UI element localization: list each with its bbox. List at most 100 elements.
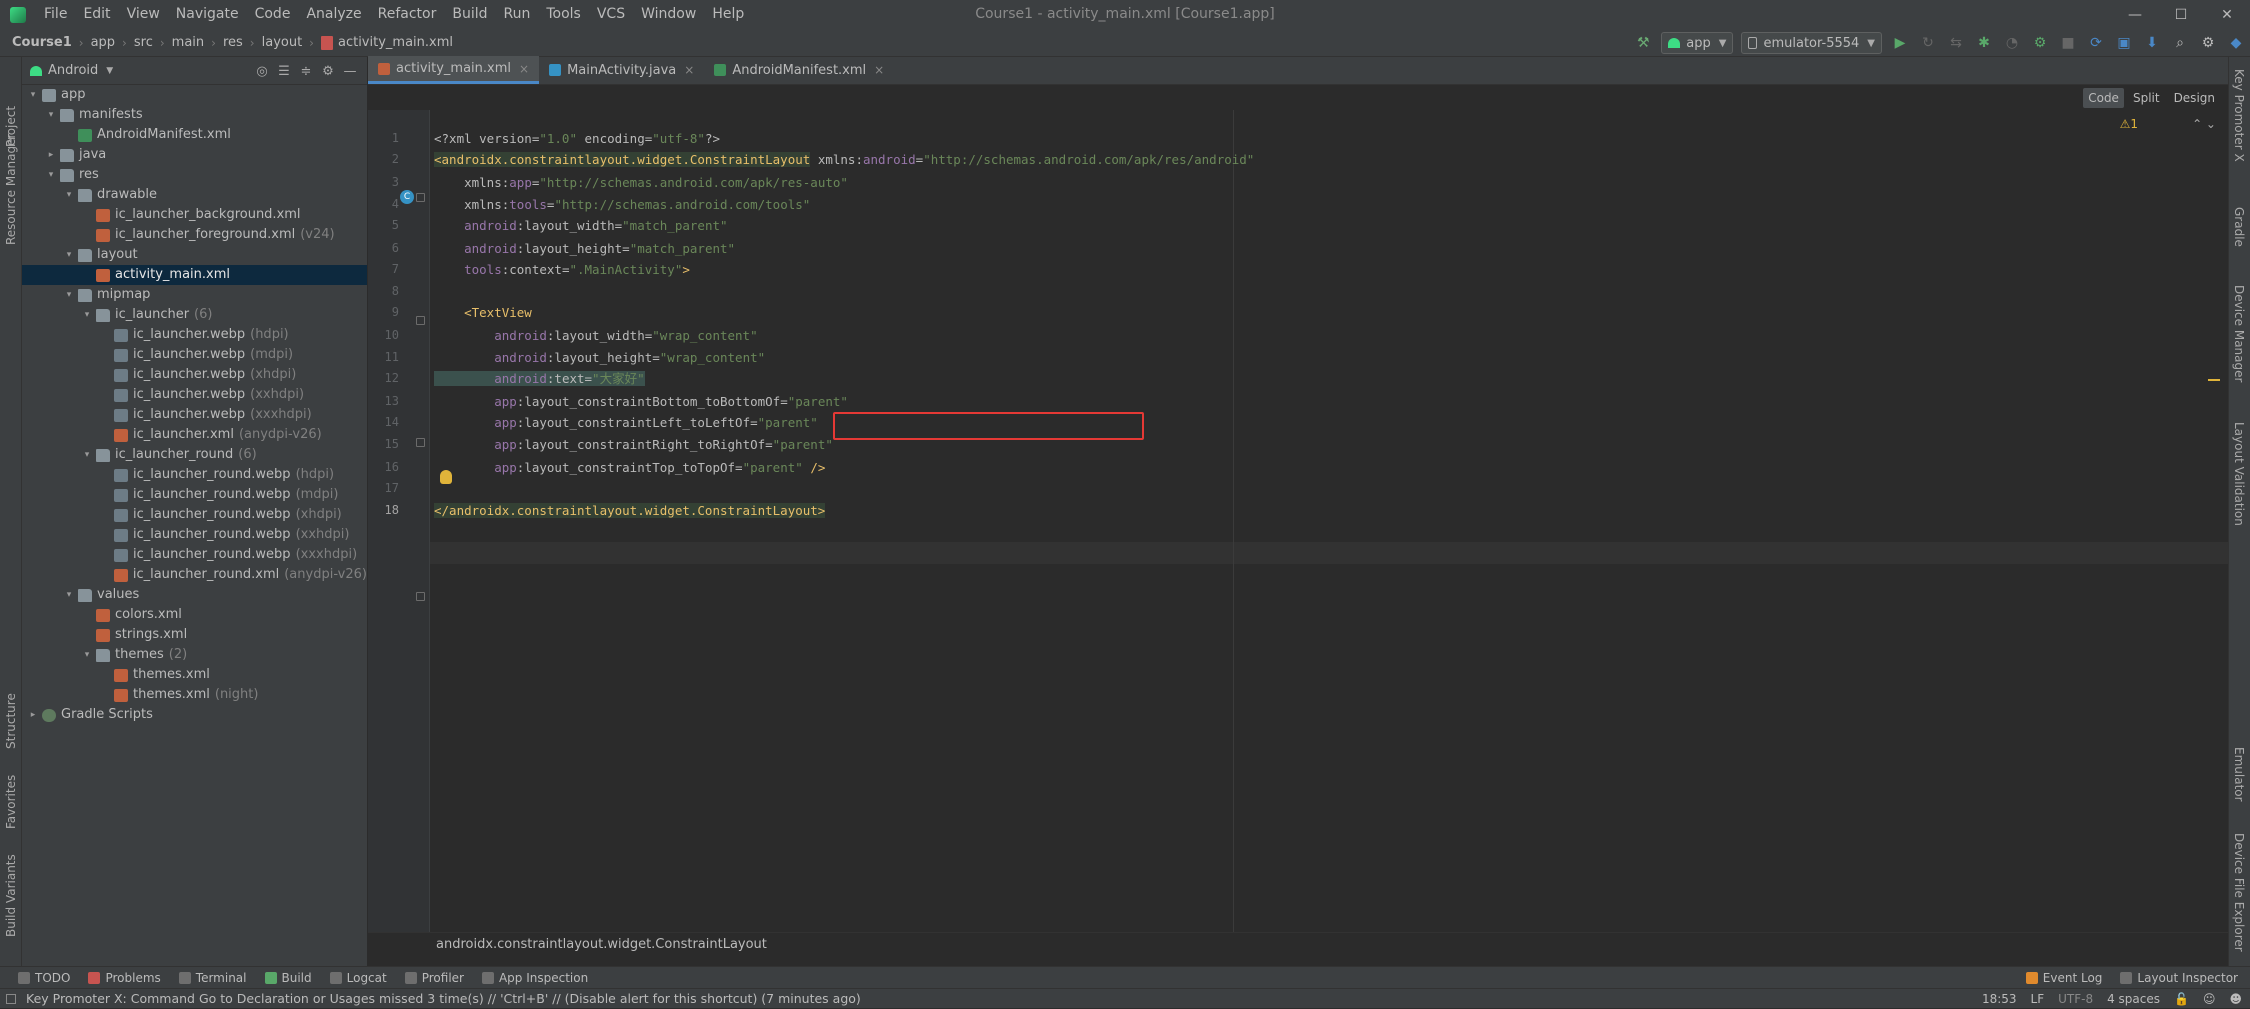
breadcrumb-item[interactable]: src <box>134 35 153 50</box>
tree-item[interactable]: ▾ layout <box>22 245 367 265</box>
menu-build[interactable]: Build <box>444 0 495 29</box>
fold-icon[interactable] <box>416 193 425 202</box>
tool-button-problems[interactable]: Problems <box>88 971 161 985</box>
warning-indicator[interactable]: ⚠1 <box>2120 117 2138 131</box>
breadcrumb-item[interactable]: app <box>91 35 115 50</box>
tree-item[interactable]: colors.xml <box>22 605 367 625</box>
expand-arrow-icon[interactable]: ▾ <box>44 105 58 125</box>
file-encoding[interactable]: UTF-8 <box>2058 992 2093 1006</box>
expand-arrow-icon[interactable]: ▾ <box>80 445 94 465</box>
tree-item[interactable]: ic_launcher.xml (anydpi-v26) <box>22 425 367 445</box>
tree-item[interactable]: ▾ ic_launcher_round (6) <box>22 445 367 465</box>
menu-window[interactable]: Window <box>633 0 704 29</box>
code-line[interactable]: <androidx.constraintlayout.widget.Constr… <box>434 149 1254 171</box>
expand-arrow-icon[interactable]: ▾ <box>62 585 76 605</box>
design-mode-button[interactable]: Design <box>2169 88 2220 108</box>
tree-item[interactable]: ic_launcher_round.webp (xxxhdpi) <box>22 545 367 565</box>
tree-item[interactable]: ic_launcher_round.webp (mdpi) <box>22 485 367 505</box>
hide-panel-icon[interactable]: — <box>339 64 361 79</box>
menu-analyze[interactable]: Analyze <box>298 0 369 29</box>
lightbulb-icon[interactable] <box>440 470 452 484</box>
tree-item[interactable]: ic_launcher.webp (xhdpi) <box>22 365 367 385</box>
tree-item[interactable]: AndroidManifest.xml <box>22 125 367 145</box>
profile-icon[interactable]: ◔ <box>2000 31 2024 55</box>
editor-tab[interactable]: AndroidManifest.xml × <box>704 56 894 84</box>
expand-arrow-icon[interactable]: ▾ <box>62 185 76 205</box>
editor-tab[interactable]: MainActivity.java × <box>539 56 704 84</box>
error-stripe-mark[interactable] <box>2208 379 2220 381</box>
code-mode-button[interactable]: Code <box>2083 88 2124 108</box>
search-icon[interactable]: ⌕ <box>2168 31 2192 55</box>
ide-update-icon[interactable]: ◆ <box>2224 31 2248 55</box>
fold-icon[interactable] <box>416 316 425 325</box>
layout-validation-tool-button[interactable]: Layout Validation <box>2232 422 2246 526</box>
menu-file[interactable]: File <box>36 0 75 29</box>
device-file-explorer-tool-button[interactable]: Device File Explorer <box>2232 833 2246 952</box>
tool-button-app-inspection[interactable]: App Inspection <box>481 971 588 985</box>
hammer-build-icon[interactable]: ⚒ <box>1631 31 1655 55</box>
gradle-tool-button[interactable]: Gradle <box>2232 207 2246 247</box>
tree-item[interactable]: activity_main.xml <box>22 265 367 285</box>
code-line[interactable]: android:layout_width="wrap_content" <box>434 325 757 347</box>
favorites-tool-button[interactable]: Favorites <box>4 775 18 829</box>
tree-item[interactable]: ▾ manifests <box>22 105 367 125</box>
close-tab-icon[interactable]: × <box>874 63 884 77</box>
sync-gradle-icon[interactable]: ⟳ <box>2084 31 2108 55</box>
code-line[interactable]: android:text="大家好" <box>434 368 645 390</box>
structure-tool-button[interactable]: Structure <box>4 693 18 749</box>
breadcrumb-item[interactable]: activity_main.xml <box>320 35 453 50</box>
menu-navigate[interactable]: Navigate <box>168 0 247 29</box>
warning-nav-arrows-icon[interactable]: ⌃ ⌄ <box>2192 117 2216 131</box>
code-editor[interactable]: <?xml version="1.0" encoding="utf-8"?> <a… <box>430 110 2228 932</box>
emulator-tool-button[interactable]: Emulator <box>2232 747 2246 802</box>
lock-icon[interactable]: 🔓 <box>2174 992 2189 1006</box>
menu-tools[interactable]: Tools <box>538 0 589 29</box>
layout-inspector-button[interactable]: Layout Inspector <box>2120 971 2238 985</box>
tree-item[interactable]: ▸ java <box>22 145 367 165</box>
code-line[interactable]: app:layout_constraintTop_toTopOf="parent… <box>434 457 825 479</box>
tree-item[interactable]: ic_launcher.webp (xxhdpi) <box>22 385 367 405</box>
project-view-select[interactable]: Android <box>48 63 98 78</box>
apply-changes-icon[interactable]: ⇆ <box>1944 31 1968 55</box>
status-toggle-icon[interactable] <box>6 993 16 1004</box>
tree-item[interactable]: ▸ Gradle Scripts <box>22 705 367 725</box>
menu-help[interactable]: Help <box>704 0 752 29</box>
code-line[interactable]: app:layout_constraintRight_toRightOf="pa… <box>434 434 833 456</box>
tree-item[interactable]: ▾ drawable <box>22 185 367 205</box>
tree-item[interactable]: ic_launcher_foreground.xml (v24) <box>22 225 367 245</box>
code-line[interactable]: </androidx.constraintlayout.widget.Const… <box>434 500 826 522</box>
split-mode-button[interactable]: Split <box>2128 88 2165 108</box>
settings-icon[interactable]: ⚙ <box>2196 31 2220 55</box>
expand-arrow-icon[interactable]: ▾ <box>80 305 94 325</box>
fold-icon[interactable] <box>416 438 425 447</box>
code-line[interactable]: <TextView <box>434 302 532 324</box>
close-icon[interactable]: ✕ <box>2204 0 2250 29</box>
breadcrumb-item[interactable]: Course1 <box>12 35 72 50</box>
expand-arrow-icon[interactable]: ▾ <box>62 285 76 305</box>
code-line[interactable]: xmlns:app="http://schemas.android.com/ap… <box>434 172 848 194</box>
code-line[interactable]: app:layout_constraintBottom_toBottomOf="… <box>434 391 848 413</box>
menu-vcs[interactable]: VCS <box>589 0 633 29</box>
tool-button-logcat[interactable]: Logcat <box>329 971 387 985</box>
attach-debugger-icon[interactable]: ⚙ <box>2028 31 2052 55</box>
key-promoter-tool-button[interactable]: Key Promoter X <box>2232 69 2246 162</box>
avd-manager-icon[interactable]: ▣ <box>2112 31 2136 55</box>
tree-item[interactable]: ▾ themes (2) <box>22 645 367 665</box>
device-manager-tool-button[interactable]: Device Manager <box>2232 285 2246 382</box>
collapse-all-icon[interactable]: ≑ <box>295 64 317 79</box>
chevron-down-icon[interactable]: ▼ <box>106 66 113 76</box>
menu-edit[interactable]: Edit <box>75 0 118 29</box>
inspection-face-icon[interactable]: ☺ <box>2203 992 2216 1006</box>
tool-button-terminal[interactable]: Terminal <box>178 971 247 985</box>
tree-item[interactable]: ic_launcher.webp (hdpi) <box>22 325 367 345</box>
code-line[interactable]: <?xml version="1.0" encoding="utf-8"?> <box>434 128 720 150</box>
close-tab-icon[interactable]: × <box>684 63 694 77</box>
expand-arrow-icon[interactable]: ▸ <box>44 145 58 165</box>
code-line[interactable]: xmlns:tools="http://schemas.android.com/… <box>434 194 810 216</box>
tree-item[interactable]: ic_launcher_background.xml <box>22 205 367 225</box>
code-line[interactable]: android:layout_height="wrap_content" <box>434 347 765 369</box>
tool-button-build[interactable]: Build <box>264 971 312 985</box>
indent-setting[interactable]: 4 spaces <box>2107 992 2160 1006</box>
tree-item[interactable]: ▾ mipmap <box>22 285 367 305</box>
status-message[interactable]: Key Promoter X: Command Go to Declaratio… <box>26 991 861 1006</box>
